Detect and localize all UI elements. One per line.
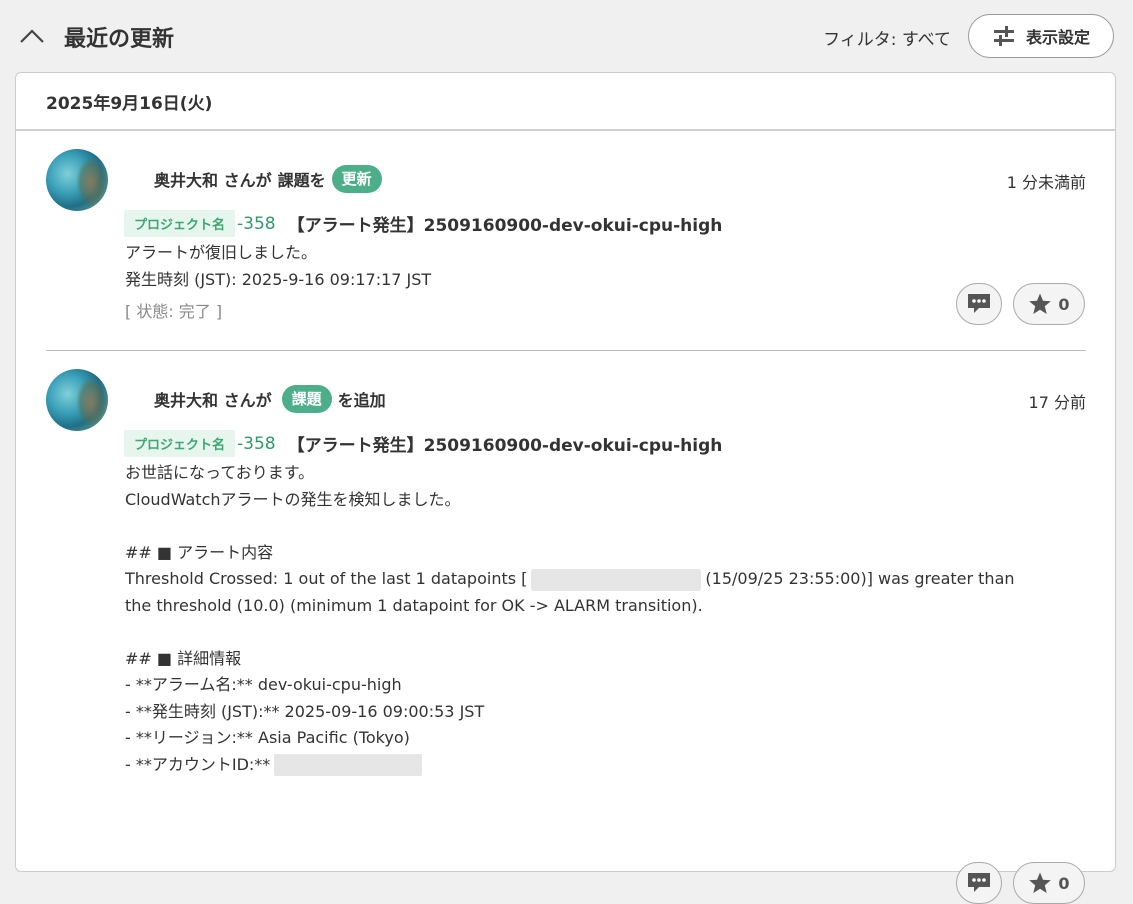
sliders-icon [993, 26, 1014, 46]
issue-line: プロジェクト名 -358 【アラート発生】2509160900-dev-okui… [124, 430, 722, 457]
body-line: - **アカウントID:** [125, 752, 1015, 779]
section-title: 最近の更新 [64, 27, 175, 52]
body-fragment: - **アカウントID:** [125, 754, 271, 774]
body-line: the threshold (10.0) (minimum 1 datapoin… [125, 595, 703, 615]
actor-line: 奥井大和 さんが 課題を 更新 [154, 165, 382, 193]
entry-body: お世話になっております。 CloudWatchアラートの発生を検知しました。 ##… [125, 460, 1015, 778]
issue-title[interactable]: 【アラート発生】2509160900-dev-okui-cpu-high [288, 211, 723, 236]
body-line: ## ■ アラート内容 [125, 542, 274, 562]
star-icon [1029, 872, 1052, 893]
display-settings-button[interactable]: 表示設定 [968, 14, 1114, 58]
body-line [125, 619, 1015, 646]
issue-key-link[interactable]: -358 [237, 434, 276, 454]
comment-button[interactable] [956, 862, 1002, 904]
avatar[interactable] [46, 149, 108, 211]
chevron-up-icon[interactable] [18, 26, 46, 46]
body-fragment: Threshold Crossed: 1 out of the last 1 d… [125, 569, 528, 588]
star-icon [1029, 293, 1052, 314]
body-line: CloudWatchアラートの発生を検知しました。 [125, 489, 461, 509]
entry-divider [46, 350, 1086, 351]
actor-name[interactable]: 奥井大和 さんが [154, 387, 272, 411]
star-button[interactable]: 0 [1013, 862, 1085, 904]
timestamp: 1 分未満前 [1006, 173, 1086, 192]
date-heading: 2025年9月16日(火) [16, 73, 1115, 131]
star-button[interactable]: 0 [1013, 283, 1085, 325]
comment-button[interactable] [956, 283, 1002, 325]
status-text: [ 状態: 完了 ] [125, 302, 223, 321]
body-line: ## ■ 詳細情報 [125, 648, 242, 668]
body-line: - **発生時刻 (JST):** 2025-09-16 09:00:53 JS… [125, 701, 485, 721]
project-tag[interactable]: プロジェクト名 [124, 430, 236, 457]
issue-key-link[interactable]: -358 [237, 214, 276, 234]
avatar[interactable] [46, 369, 108, 431]
filter-label[interactable]: フィルタ: すべて [823, 25, 951, 50]
issue-title[interactable]: 【アラート発生】2509160900-dev-okui-cpu-high [288, 431, 723, 456]
comment-icon [968, 873, 990, 892]
display-settings-label: 表示設定 [1025, 28, 1090, 47]
action-badge: 更新 [331, 165, 382, 193]
redacted-block [274, 754, 423, 776]
actor-name[interactable]: 奥井大和 さんが [154, 167, 272, 191]
project-tag[interactable]: プロジェクト名 [124, 210, 236, 237]
action-suffix: を追加 [337, 391, 386, 410]
star-count: 0 [1058, 873, 1070, 893]
activity-panel: 2025年9月16日(火) 奥井大和 さんが 課題を 更新 1 分未満前 プロジ… [15, 72, 1116, 904]
entry-body: アラートが復旧しました。発生時刻 (JST): 2025-9-16 09:17:… [125, 240, 431, 326]
activity-header: 最近の更新 フィルタ: すべて 表示設定 [0, 0, 1133, 72]
body-line [125, 513, 1015, 540]
body-line: お世話になっております。 [125, 463, 315, 482]
redacted-block [531, 568, 702, 591]
activity-entry: 奥井大和 さんが 課題を 更新 1 分未満前 プロジェクト名 -358 【アラー… [46, 149, 1086, 349]
star-count: 0 [1058, 294, 1070, 314]
body-line: 発生時刻 (JST): 2025-9-16 09:17:17 JST [125, 269, 432, 289]
body-fragment: (15/09/25 23:55:00)] was greater than [705, 569, 1015, 588]
body-line: - **リージョン:** Asia Pacific (Tokyo) [125, 728, 410, 747]
action-badge: 課題 [281, 385, 332, 413]
body-line: アラートが復旧しました。 [125, 243, 318, 262]
body-line: Threshold Crossed: 1 out of the last 1 d… [125, 566, 1015, 593]
timestamp: 17 分前 [1028, 393, 1086, 412]
comment-icon [968, 294, 990, 313]
issue-line: プロジェクト名 -358 【アラート発生】2509160900-dev-okui… [124, 210, 722, 237]
actor-line: 奥井大和 さんが 課題 を追加 [154, 385, 386, 413]
body-line: - **アラーム名:** dev-okui-cpu-high [125, 675, 402, 694]
activity-entry: 奥井大和 さんが 課題 を追加 17 分前 プロジェクト名 -358 【アラート… [46, 369, 1086, 904]
action-prefix: 課題を [277, 171, 326, 190]
